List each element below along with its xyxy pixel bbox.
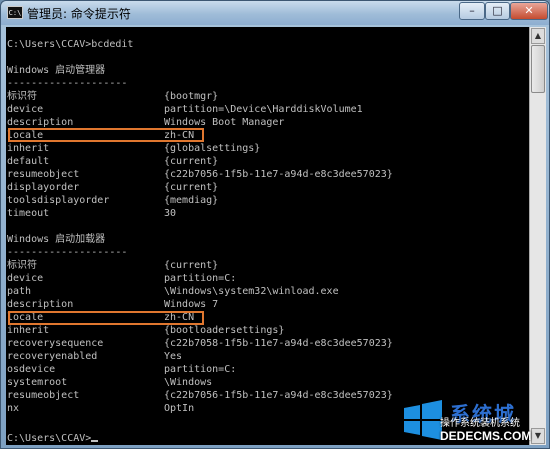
bcd-entry-key: inherit [7, 325, 50, 336]
locale-highlight-box [8, 128, 204, 142]
bcd-entry-value: 30 [164, 208, 177, 219]
bcd-entry-value: {bootloadersettings} [164, 325, 285, 336]
bcd-entry-key: resumeobject [7, 169, 80, 180]
site-watermark: 系统城 操作系统装机系统 DEDECMS.COM [400, 396, 550, 449]
bcd-entry-key: path [7, 286, 32, 297]
watermark-domain: DEDECMS.COM [440, 429, 532, 443]
bcd-entry-value: {c22b7056-1f5b-11e7-a94d-e8c3dee57023} [164, 169, 393, 180]
bcd-entry-value: partition=\Device\HarddiskVolume1 [164, 104, 363, 115]
title-bar[interactable]: C:\ 管理员: 命令提示符 – □ ✕ [1, 1, 549, 25]
bcd-entry-value: OptIn [164, 403, 195, 414]
bcd-entry-key: toolsdisplayorder [7, 195, 110, 206]
bcd-entry-value: partition=C: [164, 364, 237, 375]
bcd-entry-key: device [7, 273, 44, 284]
console-output[interactable]: C:\Users\CCAV>bcdedit Windows 启动管理器 ----… [6, 27, 529, 445]
bcd-entry-value: {bootmgr} [164, 91, 219, 102]
bcd-entry-key: nx [7, 403, 20, 414]
bcd-entry-value: {current} [164, 260, 219, 271]
section-separator: -------------------- [7, 247, 128, 258]
bcd-entry-key: osdevice [7, 364, 56, 375]
scroll-up-arrow-icon[interactable]: ▲ [531, 28, 545, 44]
bcd-entry-value: Yes [164, 351, 183, 362]
bcd-entry-value: {memdiag} [164, 195, 219, 206]
bcd-entry-value: Windows 7 [164, 299, 219, 310]
command-line: C:\Users\CCAV>bcdedit [7, 39, 134, 50]
bcd-entry-key: recoverysequence [7, 338, 104, 349]
bcd-entry-value: \Windows\system32\winload.exe [164, 286, 339, 297]
section-title-boot-loader: Windows 启动加载器 [7, 234, 106, 245]
cmd-app-icon[interactable]: C:\ [7, 6, 23, 19]
bcd-entry-key: 标识符 [7, 260, 37, 271]
vertical-scrollbar[interactable]: ▲ ▼ [529, 27, 546, 445]
bcd-entry-key: displayorder [7, 182, 80, 193]
locale-highlight-box [8, 311, 204, 325]
bcd-entry-key: inherit [7, 143, 50, 154]
bcd-entry-key: description [7, 299, 74, 310]
text-cursor [91, 440, 99, 442]
prompt-text: C:\Users\CCAV> [7, 433, 92, 444]
bcd-entry-value: {globalsettings} [164, 143, 261, 154]
bcd-entry-key: systemroot [7, 377, 68, 388]
scroll-thumb[interactable] [531, 45, 545, 93]
bcd-entry-key: device [7, 104, 44, 115]
section-separator: -------------------- [7, 78, 128, 89]
close-button[interactable]: ✕ [510, 2, 548, 20]
bcd-entry-value: \Windows [164, 377, 213, 388]
bcd-entry-value: partition=C: [164, 273, 237, 284]
bcd-entry-value: {c22b7056-1f5b-11e7-a94d-e8c3dee57023} [164, 390, 393, 401]
section-title-boot-manager: Windows 启动管理器 [7, 65, 106, 76]
bcd-entry-key: resumeobject [7, 390, 80, 401]
maximize-button[interactable]: □ [485, 2, 510, 20]
window-title: 管理员: 命令提示符 [27, 7, 131, 21]
bcd-entry-key: default [7, 156, 50, 167]
bcd-entry-value: {current} [164, 182, 219, 193]
bcd-entry-key: recoveryenabled [7, 351, 98, 362]
final-prompt: C:\Users\CCAV> [7, 432, 99, 445]
watermark-subtitle: 操作系统装机系统 [440, 418, 520, 429]
bcd-entry-key: timeout [7, 208, 50, 219]
bcd-entry-key: 标识符 [7, 91, 37, 102]
command-prompt-window: C:\ 管理员: 命令提示符 – □ ✕ C:\Users\CCAV>bcded… [0, 0, 550, 449]
bcd-entry-value: {c22b7058-1f5b-11e7-a94d-e8c3dee57023} [164, 338, 393, 349]
bcd-entry-value: {current} [164, 156, 219, 167]
minimize-button[interactable]: – [459, 2, 485, 20]
